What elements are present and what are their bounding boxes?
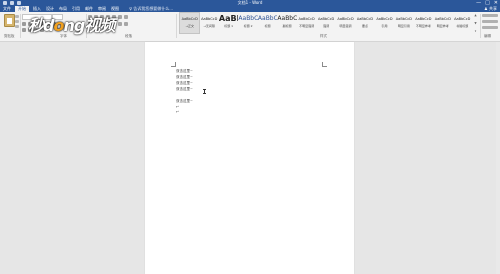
group-divider: [480, 14, 481, 38]
format-painter-icon[interactable]: [15, 25, 19, 28]
style-preview: AaBbC: [257, 15, 278, 22]
gallery-down-icon[interactable]: ▼: [474, 21, 476, 25]
select-icon[interactable]: [482, 26, 498, 29]
doc-line-6[interactable]: ↵: [176, 105, 179, 109]
style-item[interactable]: AaBbCcD 明显强调: [336, 13, 355, 33]
style-preview: AaBbCcD: [376, 17, 393, 21]
style-name: →无间隔: [203, 24, 215, 28]
style-preview: AaBbCcD: [415, 17, 432, 21]
doc-line-7[interactable]: ↵: [176, 110, 179, 114]
style-item[interactable]: AaBbCcD →正文: [178, 12, 201, 34]
style-item[interactable]: AaBbC 副标题: [277, 13, 297, 33]
doc-line-5[interactable]: 双击这里~: [176, 99, 193, 104]
vertical-scrollbar[interactable]: [496, 42, 500, 274]
style-item[interactable]: AaBbCcD →无间隔: [199, 13, 218, 33]
group-divider: [20, 14, 21, 38]
margin-corner-mark: [322, 62, 327, 67]
style-preview: AaBbC: [238, 15, 258, 22]
style-item[interactable]: AaBbCcD 要点: [355, 13, 374, 33]
bold-icon[interactable]: [22, 22, 26, 26]
style-name: 不明显强调: [299, 24, 315, 28]
shading-icon[interactable]: [118, 22, 122, 26]
doc-line-3[interactable]: 双击这里~: [176, 81, 193, 86]
editing-group: [482, 14, 498, 29]
margin-corner-mark: [171, 62, 176, 67]
document-page[interactable]: 双击这里~ 双击这里~ 双击这里~ 双击这里~ 双击这里~ ↵ ↵: [145, 42, 354, 274]
style-item[interactable]: AaBbCcD 引用: [375, 13, 394, 33]
style-name: 标题 1: [224, 24, 234, 28]
group-label-clipboard: 剪贴板: [4, 34, 15, 38]
style-name: 明显强调: [339, 24, 352, 28]
watermark-logo-text: 秒dong视频: [28, 16, 115, 35]
doc-line-2[interactable]: 双击这里~: [176, 75, 193, 80]
style-item[interactable]: AaBbCcD 强调: [316, 13, 335, 33]
style-preview: AaBbCcD: [201, 17, 218, 21]
style-preview: AaBbCcD: [298, 17, 315, 21]
sort-icon[interactable]: [118, 15, 122, 19]
style-name: 明显引用: [397, 24, 410, 28]
style-item[interactable]: AaBbC 标题 2: [238, 13, 258, 33]
cut-icon[interactable]: [15, 15, 19, 18]
group-label-paragraph: 段落: [125, 34, 132, 38]
style-item[interactable]: AaBbCcD 书籍标题: [453, 13, 472, 33]
style-preview: AaBl: [218, 14, 239, 23]
group-label-editing: 编辑: [484, 34, 491, 38]
gallery-scroll: ▲ ▼ ▾: [473, 13, 478, 33]
style-preview: AaBbCcD: [395, 17, 413, 21]
style-item[interactable]: AaBbC 标题: [258, 13, 278, 33]
style-item[interactable]: AaBbCcD 不明显强调: [297, 13, 316, 33]
style-name: 强调: [323, 24, 330, 28]
text-effects-icon[interactable]: [22, 28, 26, 32]
style-preview: AaBbCcD: [337, 17, 354, 21]
borders-icon[interactable]: [124, 22, 128, 26]
find-icon[interactable]: [482, 14, 498, 17]
style-name: 标题 2: [243, 24, 253, 28]
copy-icon[interactable]: [15, 20, 19, 23]
doc-line-4[interactable]: 双击这里~: [176, 87, 193, 92]
style-preview: AaBbCcD: [454, 17, 471, 21]
doc-line-1[interactable]: 双击这里~: [176, 69, 193, 74]
show-marks-icon[interactable]: [124, 15, 128, 19]
style-preview: AaBbCcD: [434, 17, 451, 21]
style-name: 明显参考: [436, 24, 449, 28]
style-name: 要点: [361, 24, 368, 28]
style-preview: AaBbCcD: [181, 17, 198, 21]
style-name: 标题: [264, 24, 271, 28]
gallery-up-icon[interactable]: ▲: [474, 13, 476, 17]
style-item[interactable]: AaBbCcD 明显参考: [433, 13, 452, 33]
ibeam-cursor-icon: [203, 89, 206, 94]
style-preview: AaBbC: [277, 15, 297, 22]
style-item[interactable]: AaBl 标题 1: [219, 13, 239, 33]
gallery-more-icon[interactable]: ▾: [475, 29, 477, 33]
style-name: 书籍标题: [456, 24, 469, 28]
style-name: 不明显参考: [415, 24, 431, 28]
styles-gallery: AaBbCcD →正文 AaBbCcD →无间隔 AaBl 标题 1 AaBbC 标题 2 Aa…: [178, 12, 472, 34]
style-preview: AaBbCcD: [317, 17, 335, 21]
group-divider: [176, 14, 177, 38]
watermark-logo: 秒dong视频: [28, 12, 115, 35]
style-item[interactable]: AaBbCcD 明显引用: [394, 13, 413, 33]
group-label-styles: 样式: [320, 34, 327, 38]
style-name: 引用: [381, 24, 388, 28]
style-item[interactable]: AaBbCcD 不明显参考: [414, 13, 433, 33]
replace-icon[interactable]: [482, 20, 498, 23]
paste-icon[interactable]: [4, 14, 15, 27]
style-name: 副标题: [282, 24, 292, 28]
style-preview: AaBbCcD: [356, 17, 374, 21]
style-name: →正文: [185, 24, 194, 28]
